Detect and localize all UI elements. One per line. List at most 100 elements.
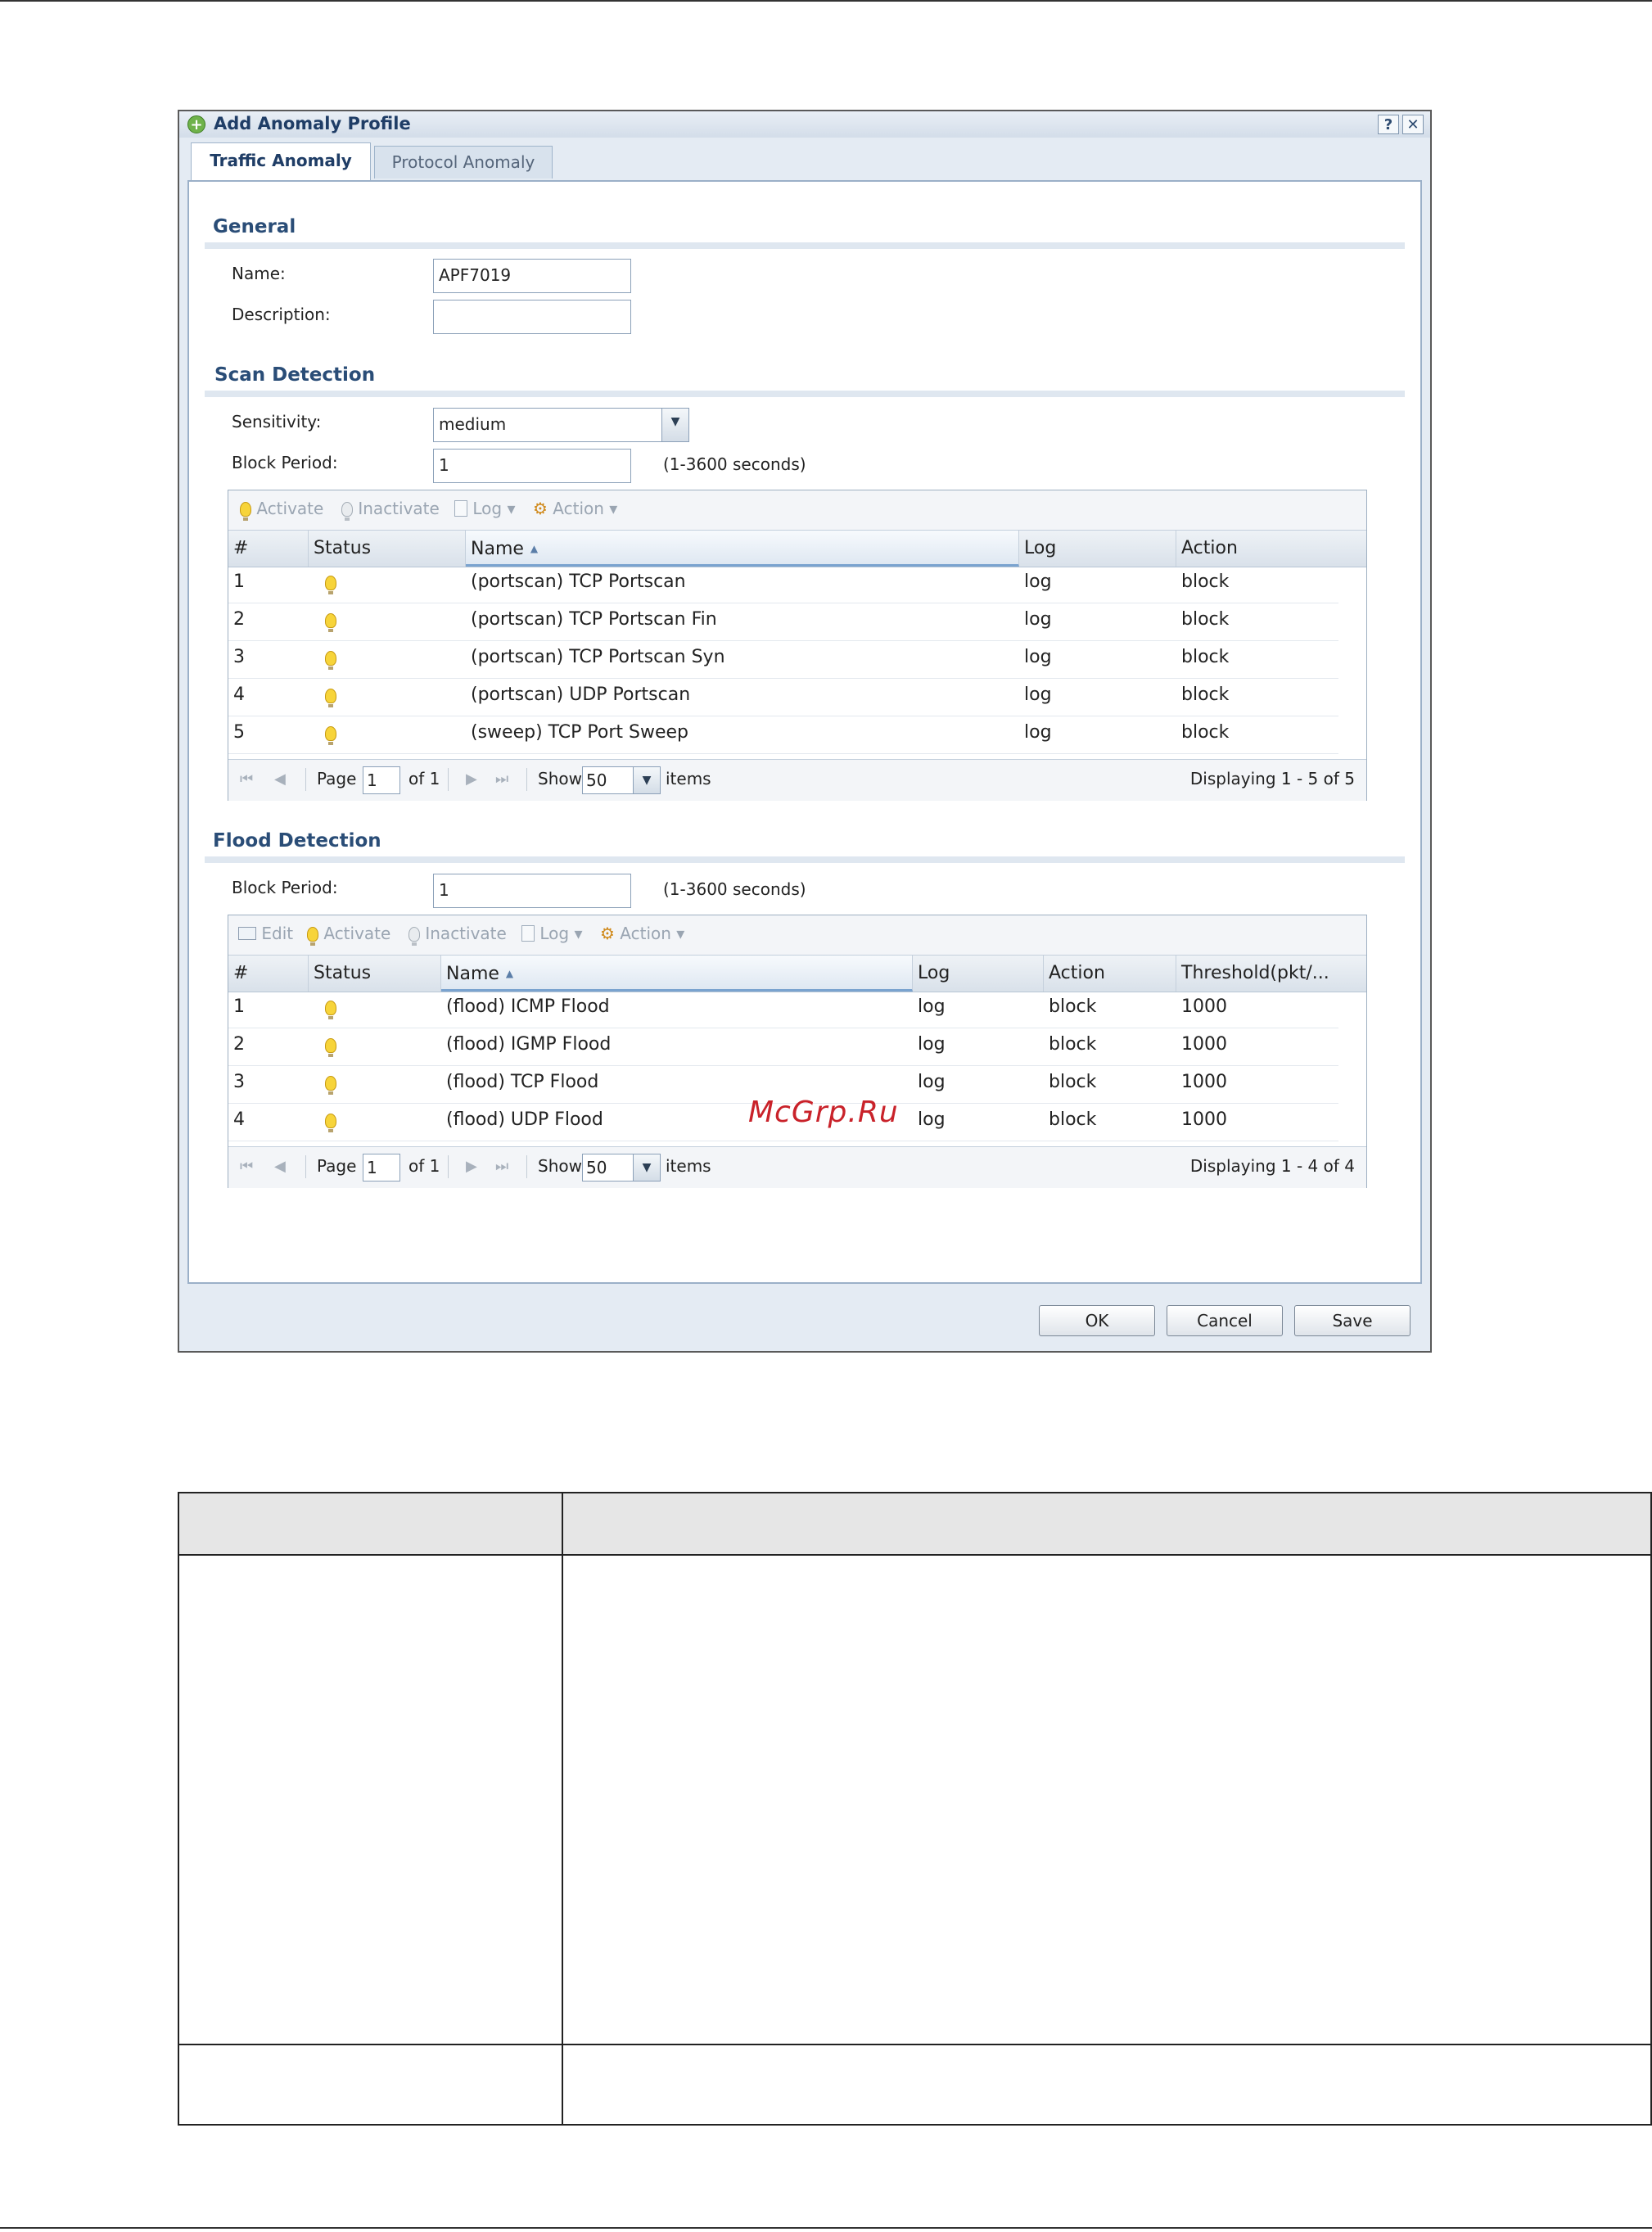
add-icon: +	[187, 115, 205, 133]
status-cell	[309, 1028, 441, 1066]
flood-block-period-input[interactable]: 1	[433, 874, 631, 908]
num-cell: 4	[233, 1109, 245, 1130]
status-cell	[309, 679, 466, 716]
log-cell: log	[1024, 685, 1052, 705]
flood-section-title: Flood Detection	[213, 830, 381, 852]
flood-pager: ⏮ ◀ Page 1 of 1 ▶ ⏭ Show 50 ▼ items Displ…	[228, 1146, 1366, 1188]
table-row[interactable]: 3 (portscan) TCP Portscan Syn log block	[228, 641, 1338, 679]
flood-log-menu[interactable]: Log ▾	[521, 924, 583, 943]
watermark: McGrp.Ru	[748, 1096, 899, 1129]
prev-page-icon[interactable]: ◀	[274, 1158, 286, 1175]
status-cell	[309, 1104, 441, 1141]
flood-inactivate-button[interactable]: Inactivate	[408, 924, 507, 946]
threshold-cell: 1000	[1181, 1034, 1227, 1055]
help-button[interactable]: ?	[1378, 115, 1399, 134]
flood-block-period-hint: (1-3600 seconds)	[663, 879, 806, 899]
column-header-name[interactable]: Name ▲	[441, 956, 913, 992]
chevron-down-icon[interactable]: ▼	[633, 767, 660, 793]
document-icon	[521, 925, 535, 942]
num-cell: 4	[233, 685, 245, 705]
table-row[interactable]: 2 (flood) IGMP Flood log block 1000	[228, 1028, 1338, 1066]
top-rule	[0, 0, 1652, 2]
description-table-header	[179, 1493, 1650, 1556]
name-cell: (flood) IGMP Flood	[446, 1034, 612, 1055]
page-input[interactable]: 1	[363, 1154, 400, 1182]
table-row[interactable]: 1 (portscan) TCP Portscan log block	[228, 566, 1338, 603]
flood-divider	[205, 856, 1405, 863]
scan-activate-button[interactable]: Activate	[240, 499, 323, 521]
scan-block-period-input[interactable]: 1	[433, 449, 631, 483]
status-cell	[309, 641, 466, 679]
name-cell: (flood) ICMP Flood	[446, 996, 610, 1017]
cancel-button[interactable]: Cancel	[1167, 1305, 1283, 1336]
num-cell: 2	[233, 609, 245, 630]
flood-action-menu[interactable]: ⚙ Action ▾	[600, 924, 684, 943]
next-page-icon[interactable]: ▶	[466, 770, 477, 788]
last-page-icon[interactable]: ⏭	[495, 1158, 508, 1175]
column-header-status[interactable]: Status	[309, 531, 466, 567]
action-cell: block	[1181, 722, 1230, 743]
chevron-down-icon[interactable]: ▼	[633, 1154, 660, 1181]
pager-separator	[526, 1155, 527, 1178]
sensitivity-select[interactable]: medium ▼	[433, 408, 689, 442]
column-header-number[interactable]: #	[228, 531, 309, 567]
name-input[interactable]: APF7019	[433, 259, 631, 293]
name-cell: (sweep) TCP Port Sweep	[471, 722, 689, 743]
next-page-icon[interactable]: ▶	[466, 1158, 477, 1175]
name-cell: (portscan) TCP Portscan Fin	[471, 609, 717, 630]
last-page-icon[interactable]: ⏭	[495, 770, 508, 788]
lightbulb-off-icon	[408, 927, 420, 946]
tab-protocol-anomaly[interactable]: Protocol Anomaly	[374, 146, 553, 178]
sensitivity-label: Sensitivity:	[232, 412, 322, 431]
items-label: items	[666, 1156, 711, 1176]
prev-page-icon[interactable]: ◀	[274, 770, 286, 788]
chevron-down-icon[interactable]: ▼	[661, 409, 688, 441]
save-button[interactable]: Save	[1294, 1305, 1411, 1336]
column-header-log[interactable]: Log	[913, 956, 1044, 992]
close-button[interactable]: ✕	[1402, 115, 1424, 134]
table-row[interactable]: 2 (portscan) TCP Portscan Fin log block	[228, 603, 1338, 641]
description-input[interactable]	[433, 300, 631, 334]
table-row[interactable]: 4 (portscan) UDP Portscan log block	[228, 679, 1338, 716]
flood-activate-button[interactable]: Activate	[307, 924, 390, 946]
page-input[interactable]: 1	[363, 766, 400, 794]
flood-block-period-label: Block Period:	[232, 878, 338, 897]
pager-separator	[305, 1155, 306, 1178]
page-size-select[interactable]: 50 ▼	[582, 1154, 661, 1182]
column-header-log[interactable]: Log	[1019, 531, 1176, 567]
column-header-number[interactable]: #	[228, 956, 309, 992]
ok-button[interactable]: OK	[1039, 1305, 1155, 1336]
column-header-threshold[interactable]: Threshold(pkt/...	[1176, 956, 1366, 992]
lightbulb-icon	[307, 927, 318, 946]
scan-inactivate-button[interactable]: Inactivate	[341, 499, 440, 521]
log-cell: log	[1024, 572, 1052, 592]
sort-ascending-icon: ▲	[530, 543, 539, 554]
lightbulb-icon	[325, 651, 336, 670]
lightbulb-icon	[325, 1001, 336, 1019]
items-label: items	[666, 769, 711, 788]
sensitivity-value: medium	[439, 414, 507, 434]
scan-log-menu[interactable]: Log ▾	[454, 499, 516, 518]
page-label: Page	[317, 1156, 357, 1176]
lightbulb-icon	[325, 1038, 336, 1057]
log-cell: log	[1024, 647, 1052, 667]
first-page-icon[interactable]: ⏮	[240, 1158, 253, 1175]
description-table	[178, 1492, 1652, 2126]
tab-traffic-anomaly[interactable]: Traffic Anomaly	[191, 142, 371, 180]
page-size-select[interactable]: 50 ▼	[582, 766, 661, 794]
table-row[interactable]: 1 (flood) ICMP Flood log block 1000	[228, 991, 1338, 1028]
num-cell: 3	[233, 1072, 245, 1092]
first-page-icon[interactable]: ⏮	[240, 770, 253, 788]
column-header-name[interactable]: Name ▲	[466, 531, 1019, 567]
page-of-label: of 1	[408, 769, 440, 788]
table-row[interactable]: 5 (sweep) TCP Port Sweep log block	[228, 716, 1338, 754]
scan-action-menu[interactable]: ⚙ Action ▾	[533, 499, 617, 518]
status-cell	[309, 991, 441, 1028]
name-label: Name:	[232, 264, 286, 283]
column-header-action[interactable]: Action	[1176, 531, 1366, 567]
general-divider	[205, 242, 1405, 249]
action-cell: block	[1181, 572, 1230, 592]
flood-edit-button[interactable]: Edit	[238, 924, 293, 943]
column-header-status[interactable]: Status	[309, 956, 441, 992]
column-header-action[interactable]: Action	[1044, 956, 1176, 992]
